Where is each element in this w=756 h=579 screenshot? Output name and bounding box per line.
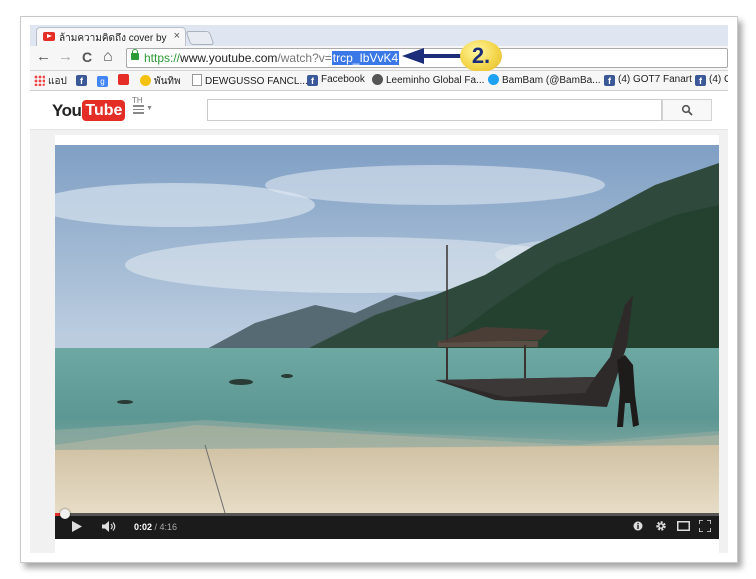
secure-lock-icon — [131, 49, 139, 60]
reload-icon[interactable]: C — [82, 49, 92, 65]
bookmark-dewgusso[interactable]: DEWGUSSO FANCL... — [192, 74, 308, 88]
progress-scrubber[interactable] — [60, 509, 70, 519]
watch-content: 0:02 / 4:16 — [55, 135, 719, 553]
chevron-down-icon[interactable]: ▼ — [146, 105, 153, 112]
fullscreen-icon[interactable] — [699, 520, 711, 532]
step-badge: 2. — [460, 40, 502, 72]
youtube-page: You Tube TH ▼ 0:02 / 4:16 — [30, 91, 728, 553]
tab-close-icon[interactable]: × — [174, 30, 180, 42]
bookmark-facebook-2[interactable]: f Facebook — [307, 74, 365, 88]
tab-strip: ล้ามความคิดถึง cover by de × — [30, 25, 728, 47]
browser-toolbar: ← → C ⌂ https://www.youtube.com/watch?v=… — [30, 40, 728, 72]
url-protocol: https:// — [144, 51, 181, 65]
bookmarks-bar: แอป f g พันทิพ DEWGUSSO FANCL... f Facebo… — [30, 71, 728, 91]
youtube-icon — [118, 74, 129, 85]
bookmark-google-plus[interactable]: g — [97, 74, 111, 88]
bookmark-bambam[interactable]: BamBam (@BamBa... — [488, 74, 601, 88]
bookmark-apps[interactable]: แอป — [34, 74, 67, 88]
home-icon[interactable]: ⌂ — [103, 49, 113, 65]
time-separator: / — [152, 522, 160, 532]
screenshot-frame: ล้ามความคิดถึง cover by de × ← → C ⌂ htt… — [20, 16, 738, 563]
volume-icon[interactable] — [102, 521, 118, 532]
youtube-header: You Tube TH ▼ — [30, 91, 728, 130]
bookmark-youtube[interactable] — [118, 74, 132, 88]
tab-youtube-video[interactable]: ล้ามความคิดถึง cover by de × — [36, 27, 186, 47]
progress-bar[interactable] — [55, 509, 719, 519]
video-frame[interactable] — [55, 145, 719, 513]
apps-icon — [34, 75, 45, 86]
google-plus-icon: g — [97, 76, 108, 87]
url-path: /watch?v= — [277, 51, 332, 65]
facebook-icon: f — [604, 75, 615, 86]
youtube-logo[interactable]: You Tube TH — [52, 96, 143, 122]
youtube-favicon-icon — [43, 32, 55, 41]
country-code: TH — [132, 96, 143, 105]
play-icon[interactable] — [72, 521, 82, 532]
duration: 4:16 — [159, 522, 178, 532]
bookmark-got7-fanart[interactable]: f (4) GOT7 Fanart — [604, 74, 692, 88]
search-button[interactable] — [662, 99, 712, 121]
below-player — [55, 539, 719, 553]
bookmark-pantip[interactable]: พันทิพ — [140, 74, 181, 88]
page-icon — [192, 74, 202, 86]
bookmark-facebook-1[interactable]: f — [76, 74, 90, 88]
twitter-icon — [488, 74, 499, 85]
search-icon — [681, 104, 693, 116]
info-icon[interactable] — [633, 521, 643, 531]
search-input[interactable] — [207, 99, 662, 121]
gear-icon[interactable] — [655, 520, 667, 532]
time-display: 0:02 / 4:16 — [134, 522, 177, 532]
address-url[interactable]: https://www.youtube.com/watch?v=trcp_IbV… — [144, 51, 400, 65]
video-scene — [55, 145, 719, 513]
new-tab-button[interactable] — [185, 31, 215, 45]
theater-mode-icon[interactable] — [677, 521, 690, 531]
bookmark-leeminho[interactable]: Leeminho Global Fa... — [372, 74, 484, 88]
back-arrow-icon[interactable]: ← — [36, 49, 51, 65]
player-controls: 0:02 / 4:16 — [55, 509, 719, 539]
facebook-icon: f — [76, 75, 87, 86]
guide-menu-icon[interactable] — [133, 105, 144, 114]
pantip-icon — [140, 75, 151, 86]
url-host: www.youtube.com — [180, 51, 278, 65]
wordpress-icon — [372, 74, 383, 85]
current-time: 0:02 — [134, 522, 153, 532]
facebook-icon: f — [695, 75, 706, 86]
tab-title: ล้ามความคิดถึง cover by de — [59, 33, 167, 44]
facebook-icon: f — [307, 75, 318, 86]
browser-window: ล้ามความคิดถึง cover by de × ← → C ⌂ htt… — [30, 25, 728, 553]
bookmark-overflow[interactable]: f (4) G — [695, 74, 728, 88]
url-selected-video-id[interactable]: trcp_IbVvK4 — [331, 51, 400, 65]
forward-arrow-icon[interactable]: → — [58, 49, 73, 65]
